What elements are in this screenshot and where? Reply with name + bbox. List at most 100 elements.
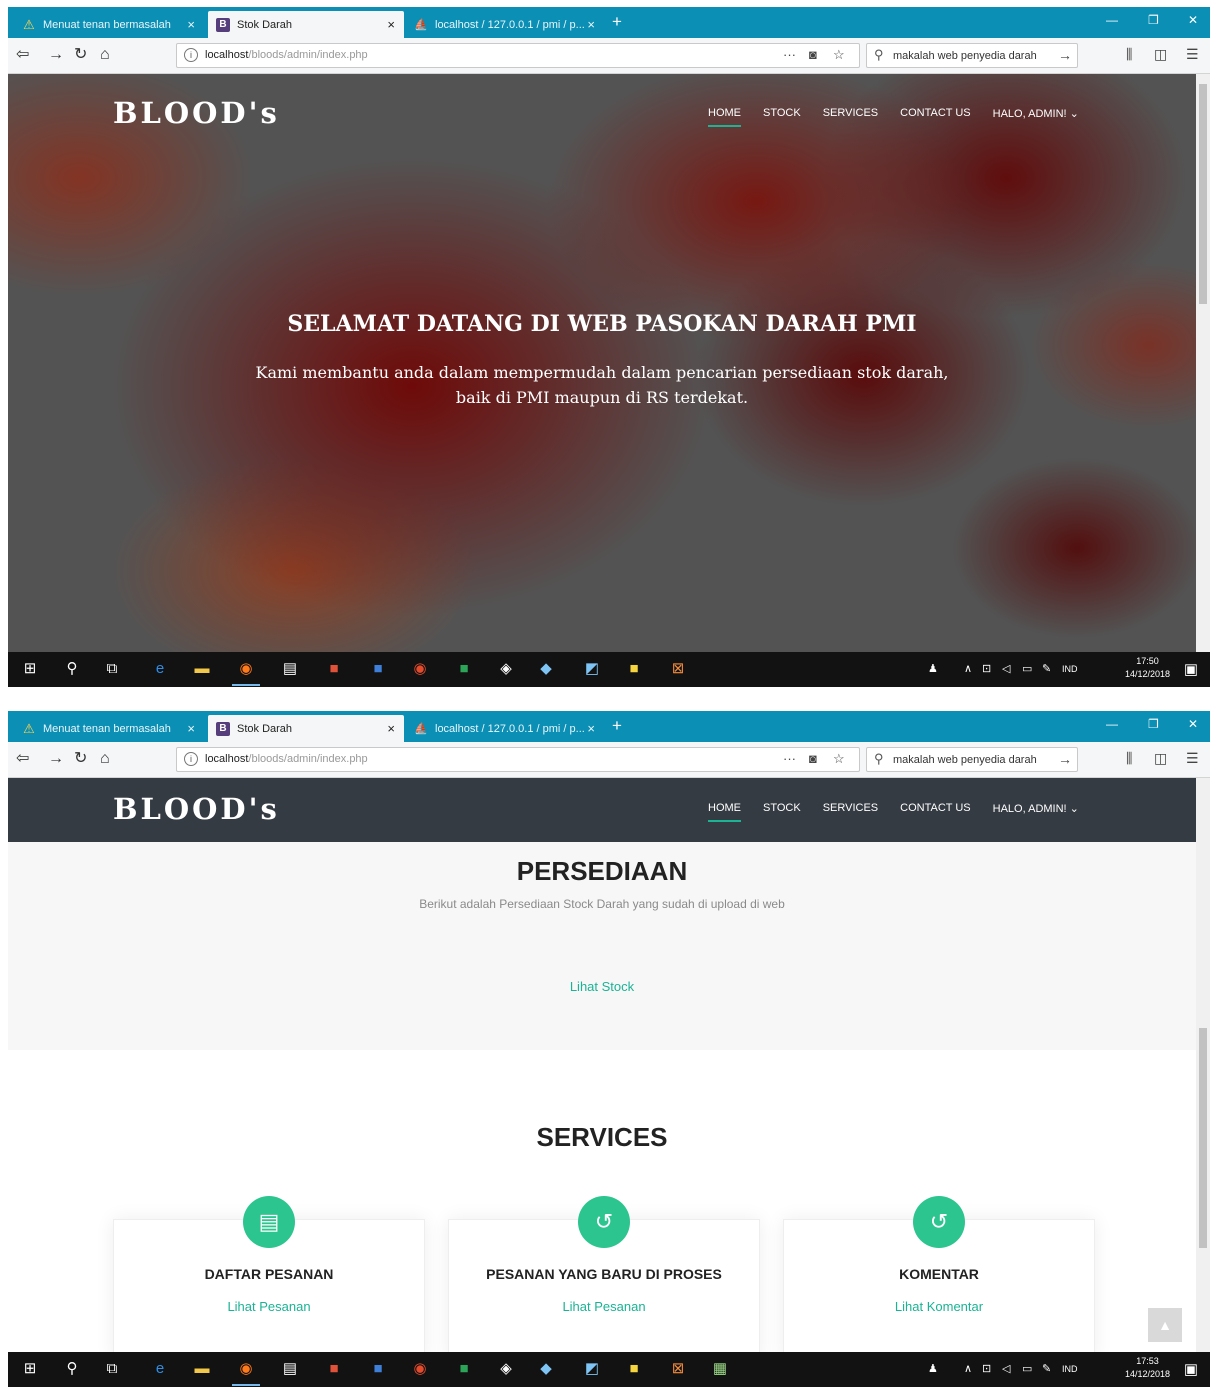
back-icon[interactable]: ⇦ [16,46,29,64]
sticky-notes-icon[interactable]: ■ [624,1359,644,1379]
excel-icon[interactable]: ■ [454,1359,474,1379]
brand-logo[interactable]: BLOOD's [113,792,280,826]
home-icon[interactable]: ⌂ [100,750,110,768]
back-to-top-button[interactable]: ▲ [1148,1308,1182,1342]
language-indicator[interactable]: IND [1062,1364,1078,1374]
nav-stock[interactable]: STOCK [763,802,801,815]
powerpoint-icon[interactable]: ■ [324,1359,344,1379]
search-input[interactable]: makalah web penyedia darah [893,50,1037,62]
chevron-up-icon[interactable]: ∧ [964,1362,972,1375]
lihat-pesanan-link[interactable]: Lihat Pesanan [114,1299,424,1314]
search-input[interactable]: makalah web penyedia darah [893,754,1037,766]
close-icon[interactable]: × [187,721,195,736]
network-icon[interactable]: ⊡ [982,1362,991,1375]
pocket-icon[interactable]: ◙ [809,751,817,766]
scrollbar-thumb[interactable] [1199,84,1207,304]
page-actions-icon[interactable]: ··· [783,47,796,62]
new-tab-icon[interactable]: + [612,717,622,735]
network-icon[interactable]: ⊡ [982,662,991,675]
nav-contact-us[interactable]: CONTACT US [900,802,971,815]
search-bar[interactable]: ⚲ makalah web penyedia darah → [866,747,1078,772]
language-indicator[interactable]: IND [1062,664,1078,674]
lihat-pesanan-link[interactable]: Lihat Pesanan [449,1299,759,1314]
minimize-icon[interactable]: — [1106,13,1118,27]
go-arrow-icon[interactable]: → [1058,751,1072,767]
menu-icon[interactable]: ☰ [1186,750,1199,767]
sidebar-icon[interactable]: ◫ [1154,750,1167,767]
back-icon[interactable]: ⇦ [16,750,29,768]
info-icon[interactable]: i [184,752,198,766]
close-icon[interactable]: × [187,17,195,32]
edge-icon[interactable]: e [150,1359,170,1379]
sidebar-icon[interactable]: ◫ [1154,46,1167,63]
browser-tab[interactable]: ⛵ localhost / 127.0.0.1 / pmi / p... × [406,715,604,742]
home-icon[interactable]: ⌂ [100,46,110,64]
task-view-icon[interactable]: ⧉ [102,659,122,679]
windows-start-icon[interactable]: ⊞ [20,659,40,679]
notification-icon[interactable]: ▣ [1184,660,1198,678]
search-bar[interactable]: ⚲ makalah web penyedia darah → [866,43,1078,68]
lihat-komentar-link[interactable]: Lihat Komentar [784,1299,1094,1314]
library-icon[interactable]: ⫼ [1126,46,1132,63]
firefox-icon[interactable]: ◉ [232,659,260,686]
snipping-icon[interactable]: ◩ [582,1359,602,1379]
close-window-icon[interactable]: ✕ [1188,13,1198,27]
sticky-notes-icon[interactable]: ■ [624,659,644,679]
xampp-icon[interactable]: ⊠ [668,1359,688,1379]
close-window-icon[interactable]: ✕ [1188,717,1198,731]
people-icon[interactable]: ♟ [928,1362,938,1375]
maximize-icon[interactable]: ❐ [1148,717,1159,731]
network-app-icon[interactable]: ◈ [496,659,516,679]
battery-icon[interactable]: ▭ [1022,662,1032,675]
pocket-icon[interactable]: ◙ [809,47,817,62]
minimize-icon[interactable]: — [1106,717,1118,731]
volume-icon[interactable]: ◁ [1002,662,1010,675]
url-bar[interactable]: i localhost/bloods/admin/index.php ··· ◙… [176,747,860,772]
new-tab-icon[interactable]: + [612,13,622,31]
app-icon[interactable]: ▤ [280,1359,300,1379]
maximize-icon[interactable]: ❐ [1148,13,1159,27]
word-icon[interactable]: ■ [368,1359,388,1379]
people-icon[interactable]: ♟ [928,662,938,675]
close-icon[interactable]: × [387,17,395,32]
browser-tab[interactable]: ⛵ localhost / 127.0.0.1 / pmi / p... × [406,11,604,38]
network-app-icon[interactable]: ◈ [496,1359,516,1379]
search-icon[interactable]: ⚲ [62,1359,82,1379]
info-icon[interactable]: i [184,48,198,62]
menu-icon[interactable]: ☰ [1186,46,1199,63]
close-icon[interactable]: × [587,721,595,736]
file-explorer-icon[interactable]: ▬ [192,659,212,679]
url-bar[interactable]: i localhost/bloods/admin/index.php ··· ◙… [176,43,860,68]
browser-tab-active[interactable]: B Stok Darah × [208,11,404,38]
browser-tab[interactable]: ⚠ Menuat tenan bermasalah × [14,715,204,742]
battery-icon[interactable]: ▭ [1022,1362,1032,1375]
nav-home[interactable]: HOME [708,802,741,822]
app-icon[interactable]: ◆ [536,1359,556,1379]
task-view-icon[interactable]: ⧉ [102,1359,122,1379]
pen-icon[interactable]: ✎ [1042,662,1051,675]
app-icon[interactable]: ◆ [536,659,556,679]
edge-icon[interactable]: e [150,659,170,679]
clock[interactable]: 17:53 14/12/2018 [1125,1355,1170,1381]
clock[interactable]: 17:50 14/12/2018 [1125,655,1170,681]
reload-icon[interactable]: ↻ [74,750,87,768]
pen-icon[interactable]: ✎ [1042,1362,1051,1375]
volume-icon[interactable]: ◁ [1002,1362,1010,1375]
chevron-up-icon[interactable]: ∧ [964,662,972,675]
close-icon[interactable]: × [587,17,595,32]
excel-icon[interactable]: ■ [454,659,474,679]
reload-icon[interactable]: ↻ [74,46,87,64]
browser-tab-active[interactable]: B Stok Darah × [208,715,404,742]
forward-icon[interactable]: → [48,750,64,768]
word-icon[interactable]: ■ [368,659,388,679]
bookmark-star-icon[interactable]: ☆ [833,751,845,767]
scrollbar[interactable] [1196,778,1210,1352]
snipping-icon[interactable]: ◩ [582,659,602,679]
file-explorer-icon[interactable]: ▬ [192,1359,212,1379]
firefox-icon[interactable]: ◉ [232,1359,260,1386]
page-actions-icon[interactable]: ··· [783,751,796,766]
xampp-icon[interactable]: ⊠ [668,659,688,679]
browser-tab[interactable]: ⚠ Menuat tenan bermasalah × [14,11,204,38]
nav-services[interactable]: SERVICES [823,802,878,815]
nav-admin-dropdown[interactable]: HALO, ADMIN! ⌄ [993,802,1079,815]
